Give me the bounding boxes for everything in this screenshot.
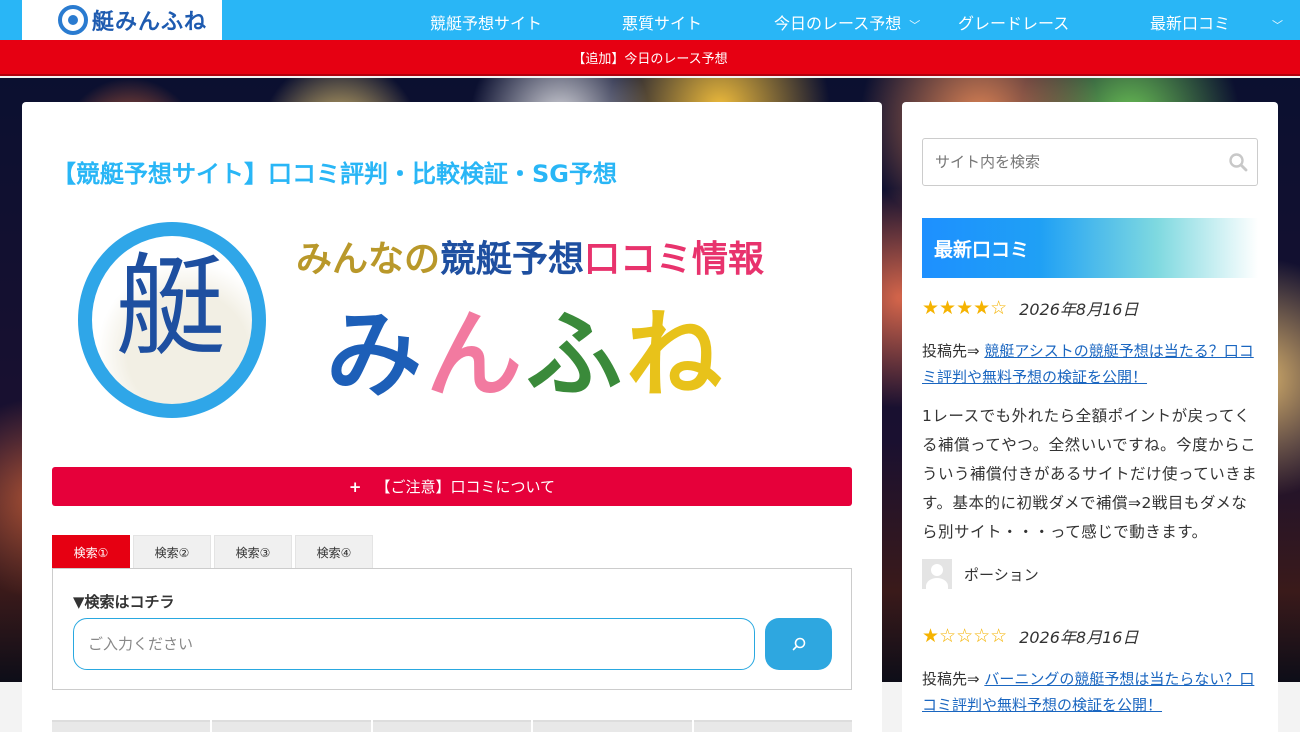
review-item: ★★★★☆ 2026年8月16日 投稿先⇒ 競艇アシストの競艇予想は当たる？口コ… (922, 296, 1258, 589)
logo-text: 艇みんふね (92, 9, 208, 35)
global-nav: 競艇予想サイト 悪質サイト 今日のレース予想 ﹀ グレードレース 最新口コミ ﹀ (396, 0, 1300, 40)
chevron-down-icon: ﹀ (909, 19, 921, 32)
review-body: 1レースでも外れたら全額ポイントが戻ってくる補償ってやつ。全然いいですね。今度か… (922, 407, 1258, 541)
tab-search-2[interactable]: 検索② (133, 535, 211, 568)
caution-label: 【ご注意】口コミについて (375, 478, 556, 496)
search-label: ▼検索はコチラ (73, 593, 175, 611)
nav-label: グレードレース (958, 14, 1070, 33)
brand-char: ふ (526, 298, 626, 411)
nav-item-bad-sites[interactable]: 悪質サイト (622, 10, 702, 34)
avatar (922, 559, 952, 589)
hero-banner: 艇 みんなの競艇予想口コミ情報 みんふね (74, 222, 814, 432)
brand-char: ん (426, 298, 526, 411)
site-header: 艇みんふね 競艇予想サイト 悪質サイト 今日のレース予想 ﹀ グレードレース 最新… (0, 0, 1300, 40)
notice-text: 【追加】今日のレース予想 (572, 51, 728, 67)
star-rating-icon: ★☆☆☆☆ (922, 625, 1008, 647)
thumbnail[interactable] (693, 720, 853, 732)
chevron-down-icon: ﹀ (1272, 19, 1284, 32)
search-icon[interactable] (1228, 152, 1248, 172)
main-content: 【競艇予想サイト】口コミ評判・比較検証・SG予想 艇 みんなの競艇予想口コミ情報… (22, 102, 882, 732)
hero-brand-name: みんふね (326, 302, 726, 408)
site-logo[interactable]: 艇みんふね (22, 0, 222, 40)
reviewer: ポーション (922, 559, 1258, 589)
reviewer-name: ポーション (964, 565, 1039, 584)
tab-search-1[interactable]: 検索① (52, 535, 130, 568)
logo-icon (58, 5, 88, 35)
search-tabs: 検索① 検索② 検索③ 検索④ (52, 535, 376, 568)
nav-item-kyotei-sites[interactable]: 競艇予想サイト (430, 10, 542, 34)
latest-reviews-heading: 最新口コミ (922, 218, 1258, 278)
tagline-part: みんなの (296, 238, 441, 280)
review-item: ★☆☆☆☆ 2026年8月16日 投稿先⇒ バーニングの競艇予想は当たらない？口… (922, 624, 1258, 718)
thumbnail[interactable] (372, 720, 532, 732)
review-post-target: 投稿先⇒ バーニングの競艇予想は当たらない？口コミ評判や無料予想の検証を公開！ (922, 666, 1258, 718)
caution-accordion-button[interactable]: + 【ご注意】口コミについて (52, 467, 852, 506)
tagline-part: 競艇予想 (440, 238, 585, 280)
tagline-part: 口コミ情報 (584, 238, 765, 280)
review-post-target: 投稿先⇒ 競艇アシストの競艇予想は当たる？口コミ評判や無料予想の検証を公開！ (922, 338, 1258, 390)
site-search-input[interactable] (922, 138, 1258, 186)
star-rating-icon: ★★★★☆ (922, 297, 1008, 319)
tab-search-3[interactable]: 検索③ (214, 535, 292, 568)
brand-char: み (326, 298, 426, 411)
nav-item-latest-reviews[interactable]: 最新口コミ ﹀ (1150, 10, 1283, 34)
nav-label: 競艇予想サイト (430, 14, 543, 33)
nav-item-grade-races[interactable]: グレードレース (958, 10, 1069, 34)
search-icon (792, 637, 805, 651)
brand-char: ね (626, 298, 726, 411)
search-input[interactable] (73, 618, 755, 670)
search-button[interactable] (765, 618, 832, 670)
sidebar: 最新口コミ ★★★★☆ 2026年8月16日 投稿先⇒ 競艇アシストの競艇予想は… (902, 102, 1278, 732)
post-prefix: 投稿先⇒ (922, 670, 985, 688)
thumbnail-strip (52, 720, 853, 732)
notice-bar[interactable]: 【追加】今日のレース予想 (0, 40, 1300, 76)
plus-icon: + (348, 477, 362, 496)
review-meta: ★☆☆☆☆ 2026年8月16日 (922, 624, 1258, 648)
hero-kanji: 艇 (116, 243, 226, 371)
review-meta: ★★★★☆ 2026年8月16日 (922, 296, 1258, 320)
page-title: 【競艇予想サイト】口コミ評判・比較検証・SG予想 (52, 160, 617, 188)
nav-label: 最新口コミ (1150, 14, 1231, 33)
nav-item-today-races[interactable]: 今日のレース予想 ﹀ (774, 10, 920, 34)
thumbnail[interactable] (212, 720, 371, 732)
tab-search-4[interactable]: 検索④ (295, 535, 373, 568)
nav-label: 悪質サイト (622, 14, 703, 33)
hero-tagline: みんなの競艇予想口コミ情報 (296, 230, 764, 282)
nav-label: 今日のレース予想 (774, 14, 902, 33)
thumbnail[interactable] (52, 720, 211, 732)
thumbnail[interactable] (533, 720, 692, 732)
review-date: 2026年8月16日 (1019, 300, 1139, 319)
review-date: 2026年8月16日 (1019, 628, 1139, 647)
post-prefix: 投稿先⇒ (922, 342, 985, 360)
search-panel: ▼検索はコチラ (52, 568, 852, 690)
